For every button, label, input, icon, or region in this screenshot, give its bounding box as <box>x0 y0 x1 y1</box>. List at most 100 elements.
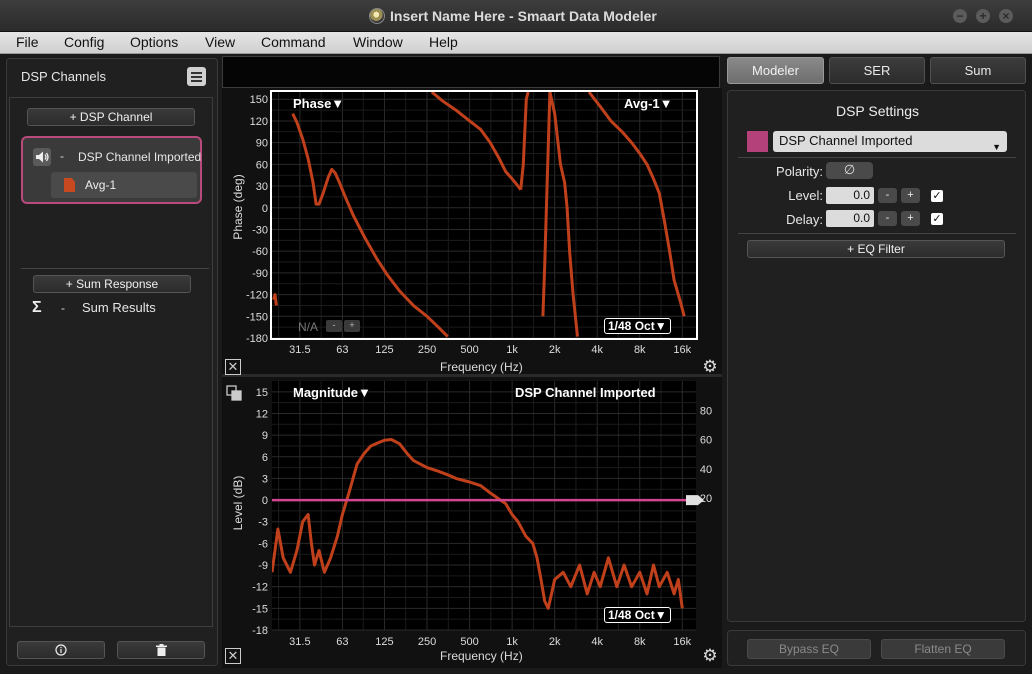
magnitude-source-label: DSP Channel Imported <box>515 385 656 400</box>
channel-collapse-dash[interactable]: - <box>60 149 64 163</box>
magnitude-x-tick-label: 1k <box>506 636 518 648</box>
trash-icon <box>155 644 167 656</box>
phase-y-tick-label: 90 <box>256 138 268 150</box>
title-bar: Insert Name Here - Smaart Data Modeler −… <box>0 0 1032 32</box>
phase-y-tick-label: -120 <box>246 290 268 302</box>
file-icon <box>64 178 75 192</box>
delete-button[interactable] <box>117 641 205 659</box>
flatten-eq-button[interactable]: Flatten EQ <box>881 639 1005 659</box>
sum-results-item[interactable]: Sum Results <box>82 300 156 315</box>
polarity-label: Polarity: <box>776 164 823 179</box>
channel-dropdown[interactable]: DSP Channel Imported ▼ <box>773 131 1007 152</box>
channel-color-swatch[interactable] <box>747 131 768 152</box>
maximize-button[interactable]: + <box>976 9 990 23</box>
measurement-item[interactable]: Avg-1 <box>51 172 197 198</box>
delay-input[interactable]: 0.0 <box>826 210 874 227</box>
magnitude-resolution-selector[interactable]: 1/48 Oct▼ <box>604 607 671 623</box>
phase-y-tick-label: 150 <box>250 94 268 106</box>
phase-y-tick-label: -30 <box>252 224 268 236</box>
plot-header-bar <box>222 56 720 88</box>
divider <box>21 268 209 269</box>
phase-y-tick-label: -150 <box>246 311 268 323</box>
magnitude-x-tick-label: 4k <box>591 636 603 648</box>
menu-config[interactable]: Config <box>64 34 104 50</box>
magnitude-y2-tick-label: 80 <box>700 405 712 417</box>
phase-x-tick-label: 1k <box>506 344 518 356</box>
menu-options[interactable]: Options <box>130 34 178 50</box>
magnitude-y-tick-label: 6 <box>262 452 268 464</box>
phase-y-tick-label: -90 <box>252 268 268 280</box>
magnitude-y-tick-label: 15 <box>256 387 268 399</box>
window-title: Insert Name Here - Smaart Data Modeler <box>390 8 657 24</box>
dsp-channel-item[interactable]: - DSP Channel Imported Avg-1 <box>21 136 202 204</box>
magnitude-y-axis-label: Level (dB) <box>231 475 245 531</box>
tab-sum[interactable]: Sum <box>930 57 1026 84</box>
panel-title: DSP Channels <box>21 69 107 84</box>
delay-label: Delay: <box>786 212 823 227</box>
phase-zoom-minus[interactable]: - <box>326 320 342 332</box>
divider <box>738 233 1016 234</box>
magnitude-plot-background <box>272 381 696 630</box>
level-increment-button[interactable]: + <box>901 188 920 203</box>
panel-title: DSP Settings <box>835 103 919 119</box>
bypass-eq-button[interactable]: Bypass EQ <box>747 639 871 659</box>
magnitude-y-tick-label: 3 <box>262 473 268 485</box>
dsp-channels-panel: DSP Channels + DSP Channel - DSP Channel… <box>6 58 218 666</box>
menu-command[interactable]: Command <box>261 34 326 50</box>
magnitude-plot-title[interactable]: Magnitude▼ <box>293 385 371 400</box>
polarity-invert-button[interactable]: ∅ <box>826 162 873 179</box>
magnitude-x-tick-label: 250 <box>418 636 436 648</box>
phase-zoom-plus[interactable]: + <box>344 320 360 332</box>
magnitude-y-tick-label: -15 <box>252 603 268 615</box>
tab-modeler[interactable]: Modeler <box>727 57 824 84</box>
sum-collapse-dash[interactable]: - <box>61 301 65 315</box>
close-plot-button[interactable]: ✕ <box>225 648 241 664</box>
speaker-icon[interactable] <box>33 148 51 166</box>
add-sum-response-button[interactable]: + Sum Response <box>33 275 191 293</box>
phase-plot-title[interactable]: Phase▼ <box>293 96 344 111</box>
menu-view[interactable]: View <box>205 34 235 50</box>
add-dsp-channel-button[interactable]: + DSP Channel <box>27 108 195 126</box>
close-plot-button[interactable]: ✕ <box>225 359 241 375</box>
delay-increment-button[interactable]: + <box>901 211 920 226</box>
phase-x-tick-label: 16k <box>673 344 691 356</box>
delay-enable-checkbox[interactable]: ✓ <box>931 213 943 225</box>
gear-icon[interactable]: ⚙ <box>701 647 719 665</box>
delay-decrement-button[interactable]: - <box>878 211 897 226</box>
phase-x-tick-label: 250 <box>418 344 436 356</box>
channel-name: DSP Channel Imported <box>78 150 202 164</box>
magnitude-x-tick-label: 500 <box>460 636 478 648</box>
menu-help[interactable]: Help <box>429 34 458 50</box>
info-icon <box>55 644 67 656</box>
phase-y-tick-label: -180 <box>246 333 268 345</box>
plot-splitter <box>222 374 722 377</box>
menu-window[interactable]: Window <box>353 34 403 50</box>
magnitude-y-tick-label: 0 <box>262 495 268 507</box>
level-input[interactable]: 0.0 <box>826 187 874 204</box>
tab-ser[interactable]: SER <box>829 57 925 84</box>
phase-x-tick-label: 500 <box>460 344 478 356</box>
phase-x-tick-label: 63 <box>336 344 348 356</box>
phase-source-label[interactable]: Avg-1▼ <box>624 96 673 111</box>
magnitude-x-tick-label: 125 <box>375 636 393 648</box>
close-button[interactable]: × <box>999 9 1013 23</box>
phase-y-tick-label: 0 <box>262 203 268 215</box>
channel-dropdown-value: DSP Channel Imported <box>779 133 913 148</box>
phase-x-tick-label: 2k <box>549 344 561 356</box>
restore-window-icon[interactable] <box>226 385 242 401</box>
level-decrement-button[interactable]: - <box>878 188 897 203</box>
gear-icon[interactable]: ⚙ <box>701 358 719 376</box>
panel-menu-button[interactable] <box>187 67 206 86</box>
phase-y-tick-label: 30 <box>256 181 268 193</box>
phase-resolution-selector[interactable]: 1/48 Oct▼ <box>604 318 671 334</box>
menu-file[interactable]: File <box>16 34 39 50</box>
level-enable-checkbox[interactable]: ✓ <box>931 190 943 202</box>
minimize-button[interactable]: − <box>953 9 967 23</box>
menu-bar: File Config Options View Command Window … <box>0 32 1032 54</box>
magnitude-y-tick-label: 9 <box>262 430 268 442</box>
magnitude-y2-tick-label: 60 <box>700 435 712 447</box>
add-eq-filter-button[interactable]: + EQ Filter <box>747 240 1005 258</box>
info-button[interactable] <box>17 641 105 659</box>
phase-x-tick-label: 31.5 <box>289 344 310 356</box>
phase-plot-background <box>272 92 696 338</box>
